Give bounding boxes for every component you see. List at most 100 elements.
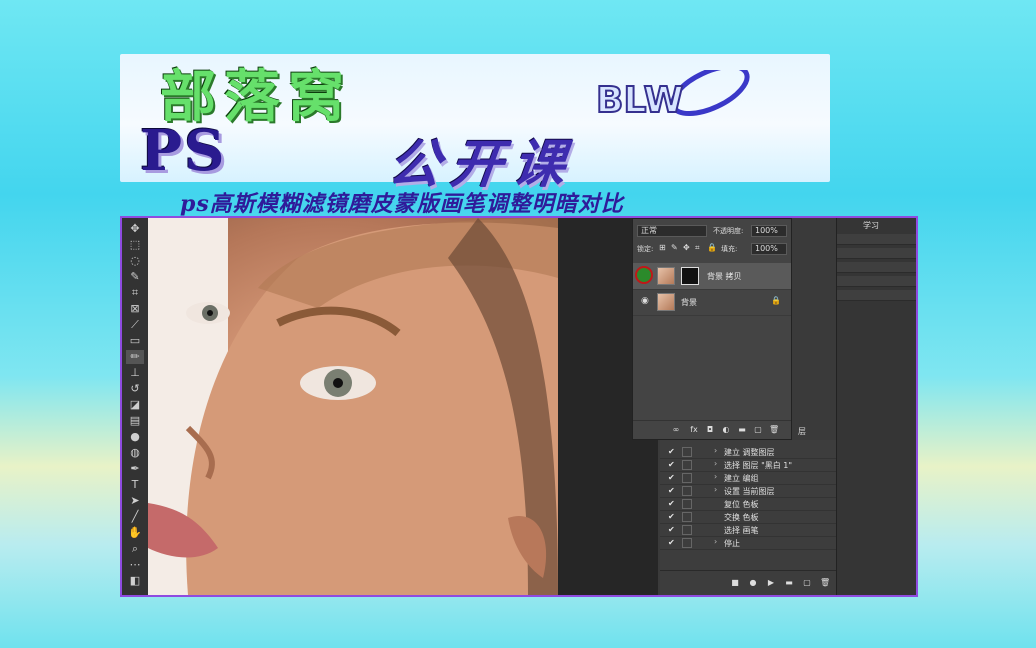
layer-mask-thumbnail[interactable] (681, 267, 699, 285)
lasso-icon[interactable]: ◌ (126, 254, 144, 268)
action-row[interactable]: ✔ › 设置 当前图层 (660, 485, 836, 498)
patch-icon[interactable]: ▭ (126, 334, 144, 348)
new-action-icon[interactable]: ▢ (802, 578, 812, 588)
play-icon[interactable]: ▶ (766, 578, 776, 588)
action-label: 建立 调整图层 (724, 448, 775, 457)
eraser-icon[interactable]: ◪ (126, 398, 144, 412)
ps-word: PS (140, 118, 227, 184)
gradient-icon[interactable]: ▤ (126, 414, 144, 428)
delete-action-icon[interactable]: 🗑 (820, 578, 830, 588)
logo-text: BLW (596, 80, 683, 120)
crop-icon[interactable]: ⌗ (126, 286, 144, 300)
action-row[interactable]: ✔ › 选择 图层 "黑白 1" (660, 459, 836, 472)
new-layer-icon[interactable]: ▢ (753, 425, 763, 435)
layers-top-row: 正常 不透明度: 100% (637, 225, 787, 239)
panel-strip (837, 276, 916, 287)
lock-pixels-icon[interactable]: ⊞ (659, 243, 666, 252)
panel-strip (837, 290, 916, 301)
dialog-toggle-box[interactable] (682, 486, 692, 496)
opacity-label: 不透明度: (713, 227, 744, 235)
brush-icon[interactable]: ✏ (126, 350, 144, 364)
lock-artboard-icon[interactable]: ⌗ (695, 243, 700, 253)
check-icon[interactable]: ✔ (668, 447, 678, 457)
add-mask-icon[interactable]: ◘ (705, 425, 715, 435)
photoshop-screenshot: ✥ ⬚ ◌ ✎ ⌗ ⊠ ⟋ ▭ ✏ ⊥ ↺ ◪ ▤ ● ◍ ✒ T ➤ ╱ ✋ … (120, 216, 918, 597)
lock-move-icon[interactable]: ✥ (683, 243, 690, 252)
action-label: 停止 (724, 539, 740, 548)
visibility-eye-icon[interactable]: ◉ (641, 296, 651, 306)
check-icon[interactable]: ✔ (668, 512, 678, 522)
expand-arrow-icon[interactable]: › (714, 459, 717, 468)
layer-row-copy[interactable]: 背景 拷贝 (633, 263, 791, 290)
marquee-icon[interactable]: ⬚ (126, 238, 144, 252)
pen-icon[interactable]: ✒ (126, 462, 144, 476)
frame-icon[interactable]: ⊠ (126, 302, 144, 316)
hand-icon[interactable]: ✋ (126, 526, 144, 540)
dialog-toggle-box[interactable] (682, 447, 692, 457)
move-icon[interactable]: ✥ (126, 222, 144, 236)
learn-label[interactable]: 学习 (863, 220, 879, 231)
path-select-icon[interactable]: ➤ (126, 494, 144, 508)
more-icon[interactable]: ⋯ (126, 558, 144, 572)
action-row[interactable]: ✔ › 停止 (660, 537, 836, 550)
opacity-input[interactable]: 100% (751, 225, 787, 237)
line-icon[interactable]: ╱ (126, 510, 144, 524)
eyedropper-icon[interactable]: ⟋ (126, 318, 144, 332)
fx-icon[interactable]: fx (689, 425, 699, 435)
fg-bg-colors-icon[interactable]: ◧ (126, 574, 144, 588)
history-brush-icon[interactable]: ↺ (126, 382, 144, 396)
actions-footer: ■ ● ▶ ▬ ▢ 🗑 (660, 570, 836, 595)
lock-brush-icon[interactable]: ✎ (671, 243, 678, 252)
stop-icon[interactable]: ■ (730, 578, 740, 588)
action-row[interactable]: ✔ 复位 色板 (660, 498, 836, 511)
check-icon[interactable]: ✔ (668, 473, 678, 483)
check-icon[interactable]: ✔ (668, 525, 678, 535)
dialog-toggle-box[interactable] (682, 499, 692, 509)
layers-footer: ∞ fx ◘ ◐ ▬ ▢ 🗑 (633, 420, 791, 439)
panel-strip (837, 248, 916, 259)
action-row[interactable]: ✔ › 建立 编组 (660, 472, 836, 485)
fill-label: 填充: (721, 245, 738, 253)
eye-highlight-icon[interactable] (635, 266, 653, 284)
dialog-toggle-box[interactable] (682, 525, 692, 535)
layer-row-background[interactable]: ◉ 背景 🔒 (633, 289, 791, 316)
zoom-icon[interactable]: ⌕ (126, 542, 144, 556)
action-row[interactable]: ✔ 交换 色板 (660, 511, 836, 524)
lock-all-icon[interactable]: 🔒 (707, 243, 717, 252)
link-layers-icon[interactable]: ∞ (671, 425, 681, 435)
adjustment-icon[interactable]: ◐ (721, 425, 731, 435)
dialog-toggle-box[interactable] (682, 473, 692, 483)
check-icon[interactable]: ✔ (668, 499, 678, 509)
layer-thumbnail (657, 293, 675, 311)
check-icon[interactable]: ✔ (668, 460, 678, 470)
blur-icon[interactable]: ● (126, 430, 144, 444)
group-icon[interactable]: ▬ (737, 425, 747, 435)
canvas-image[interactable] (148, 218, 558, 595)
portrait-photo (148, 218, 558, 595)
stamp-icon[interactable]: ⊥ (126, 366, 144, 380)
action-row[interactable]: ✔ › 建立 调整图层 (660, 446, 836, 459)
dialog-toggle-box[interactable] (682, 538, 692, 548)
partial-label: 层 (798, 427, 806, 436)
expand-arrow-icon[interactable]: › (714, 472, 717, 481)
action-label: 选择 图层 "黑白 1" (724, 461, 793, 470)
delete-layer-icon[interactable]: 🗑 (769, 425, 779, 435)
check-icon[interactable]: ✔ (668, 486, 678, 496)
action-row[interactable]: ✔ 选择 画笔 (660, 524, 836, 537)
expand-arrow-icon[interactable]: › (714, 485, 717, 494)
quick-select-icon[interactable]: ✎ (126, 270, 144, 284)
dodge-icon[interactable]: ◍ (126, 446, 144, 460)
fill-input[interactable]: 100% (751, 243, 787, 255)
dialog-toggle-box[interactable] (682, 460, 692, 470)
lock-label: 锁定: (637, 245, 654, 253)
video-subtitle: ps高斯模糊滤镜磨皮蒙版画笔调整明暗对比 (180, 191, 624, 217)
record-icon[interactable]: ● (748, 578, 758, 588)
dialog-toggle-box[interactable] (682, 512, 692, 522)
blend-mode-select[interactable]: 正常 (637, 225, 707, 237)
check-icon[interactable]: ✔ (668, 538, 678, 548)
panel-strip (837, 262, 916, 273)
type-icon[interactable]: T (126, 478, 144, 492)
new-set-icon[interactable]: ▬ (784, 578, 794, 588)
expand-arrow-icon[interactable]: › (714, 537, 717, 546)
expand-arrow-icon[interactable]: › (714, 446, 717, 455)
